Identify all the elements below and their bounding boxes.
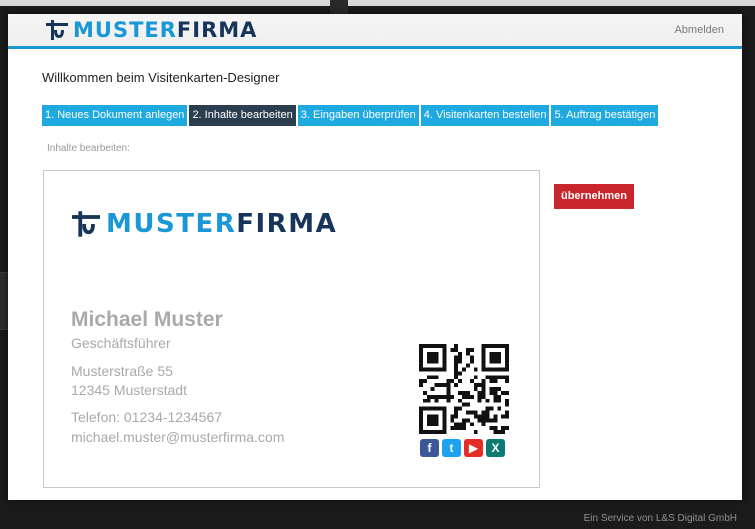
facebook-icon: f [420, 439, 439, 457]
app-window: MUSTERFIRMA Abmelden Willkommen beim Vis… [8, 14, 742, 500]
card-logo-part1: MUSTER [106, 209, 237, 239]
card-divider [54, 487, 400, 488]
social-icons: f t ▶ X [420, 439, 505, 457]
background-notch [330, 0, 348, 14]
twitter-icon: t [442, 439, 461, 457]
business-card-preview[interactable]: MUSTERFIRMA Michael Muster Geschäftsführ… [43, 170, 540, 488]
card-phone[interactable]: Telefon: 01234-1234567 [71, 409, 222, 425]
apply-button[interactable]: übernehmen [554, 184, 634, 209]
card-logo-mark-icon [72, 211, 100, 237]
youtube-icon: ▶ [464, 439, 483, 457]
logo-text-part1: MUSTER [73, 18, 177, 42]
tab-step-5[interactable]: 5. Auftrag bestätigen [551, 105, 659, 126]
card-logo-part2: FIRMA [236, 209, 338, 239]
tab-step-2[interactable]: 2. Inhalte bearbeiten [189, 105, 296, 126]
tab-step-1[interactable]: 1. Neues Dokument anlegen [42, 105, 188, 126]
logout-link[interactable]: Abmelden [674, 24, 724, 36]
card-logo: MUSTERFIRMA [72, 211, 337, 237]
logo-mark-icon [46, 20, 68, 40]
background-top-bar [0, 0, 755, 6]
logo: MUSTERFIRMA [46, 19, 257, 41]
step-tabs: 1. Neues Dokument anlegen 2. Inhalte bea… [42, 105, 659, 126]
card-email[interactable]: michael.muster@musterfirma.com [71, 429, 284, 445]
page-title: Willkommen beim Visitenkarten-Designer [42, 70, 280, 85]
footer-text: Ein Service von L&S Digital GmbH [583, 513, 737, 524]
card-name[interactable]: Michael Muster [71, 308, 223, 332]
card-logo-text: MUSTERFIRMA [106, 211, 337, 237]
qr-code-icon [419, 344, 509, 434]
logo-text: MUSTERFIRMA [73, 19, 257, 41]
tab-step-3[interactable]: 3. Eingaben überprüfen [297, 105, 419, 126]
card-role[interactable]: Geschäftsführer [71, 335, 171, 351]
xing-icon: X [486, 439, 505, 457]
card-street[interactable]: Musterstraße 55 [71, 363, 173, 379]
section-label: Inhalte bearbeiten: [47, 143, 130, 154]
app-header: MUSTERFIRMA Abmelden [8, 14, 742, 49]
logo-text-part2: FIRMA [176, 18, 258, 42]
card-city[interactable]: 12345 Musterstadt [71, 382, 187, 398]
tab-step-4[interactable]: 4. Visitenkarten bestellen [420, 105, 550, 126]
